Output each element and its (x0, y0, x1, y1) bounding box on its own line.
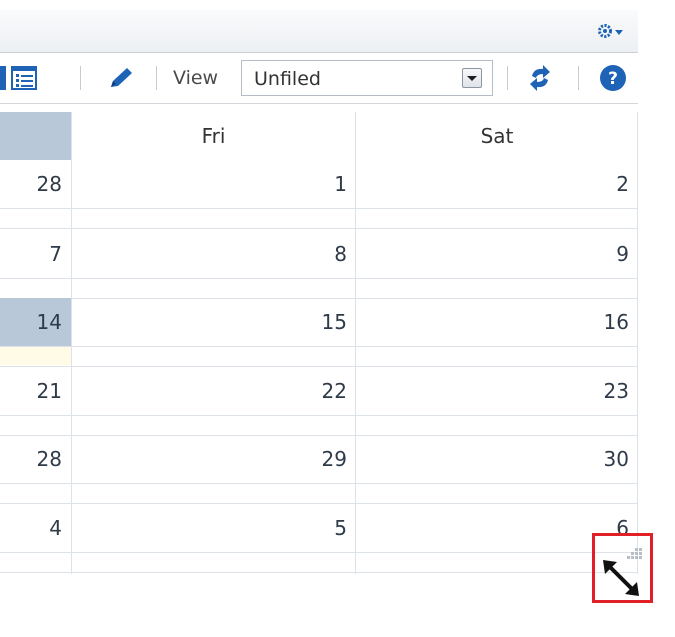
toolbar-separator (156, 66, 157, 90)
row-2-fri-date[interactable]: 15 (322, 310, 347, 334)
view-select[interactable]: Unfiled (241, 60, 493, 96)
row-4-week-number: 28 (36, 447, 62, 471)
row-4-sat-date[interactable]: 30 (604, 447, 629, 471)
row-1-week-number: 7 (49, 242, 62, 266)
row-divider (0, 503, 638, 504)
row-1-sat-date[interactable]: 9 (616, 242, 629, 266)
toolbar-separator (507, 66, 508, 90)
row-divider (0, 415, 638, 416)
row-5-fri-date[interactable]: 5 (334, 516, 347, 540)
resize-icon[interactable] (595, 536, 650, 600)
row-divider (0, 435, 638, 436)
view-select-value: Unfiled (254, 68, 321, 90)
calendar-grid: Fri Sat 28 1 2 7 8 9 14 15 16 21 22 23 28 29 30 4 5 6 (0, 104, 638, 574)
row-divider (0, 298, 638, 299)
toolbar: View Unfiled ? (0, 53, 638, 104)
row-0-week-number: 28 (36, 172, 62, 196)
week-header-left (0, 112, 71, 160)
row-0-fri-date[interactable]: 1 (334, 172, 347, 196)
row-divider (0, 278, 638, 279)
help-icon[interactable]: ? (599, 64, 627, 92)
column-divider (355, 112, 356, 574)
row-divider (0, 346, 638, 347)
view-label: View (173, 67, 219, 89)
toolbar-separator (80, 66, 81, 90)
column-divider (71, 112, 72, 574)
today-strip (0, 347, 71, 365)
row-5-week-number: 4 (49, 516, 62, 540)
svg-text:?: ? (608, 69, 618, 89)
row-4-fri-date[interactable]: 29 (322, 447, 347, 471)
row-divider (0, 552, 638, 553)
panel-header (0, 10, 638, 53)
gear-icon[interactable] (596, 21, 624, 41)
chevron-down-icon[interactable] (462, 68, 482, 88)
row-3-sat-date[interactable]: 23 (604, 379, 629, 403)
row-divider (0, 208, 638, 209)
column-divider (637, 112, 638, 574)
row-3-fri-date[interactable]: 22 (322, 379, 347, 403)
calendar-panel: View Unfiled ? Fri Sat 28 1 2 7 8 9 14 15 16 21 22… (0, 0, 675, 637)
row-3-week-number: 21 (36, 379, 62, 403)
row-2-sat-date[interactable]: 16 (604, 310, 629, 334)
row-divider (0, 228, 638, 229)
row-0-sat-date[interactable]: 2 (616, 172, 629, 196)
pencil-icon[interactable] (107, 65, 135, 91)
row-1-fri-date[interactable]: 8 (334, 242, 347, 266)
refresh-icon[interactable] (526, 63, 554, 93)
row-divider (0, 572, 638, 573)
row-2-week-number: 14 (36, 310, 62, 334)
day-header-sat: Sat (356, 112, 638, 160)
list-view-icon[interactable] (11, 65, 37, 91)
resize-handle[interactable] (592, 533, 653, 603)
calendar-view-button[interactable] (0, 66, 6, 90)
day-header-fri: Fri (72, 112, 355, 160)
row-divider (0, 483, 638, 484)
row-divider (0, 366, 638, 367)
toolbar-separator (578, 66, 579, 90)
